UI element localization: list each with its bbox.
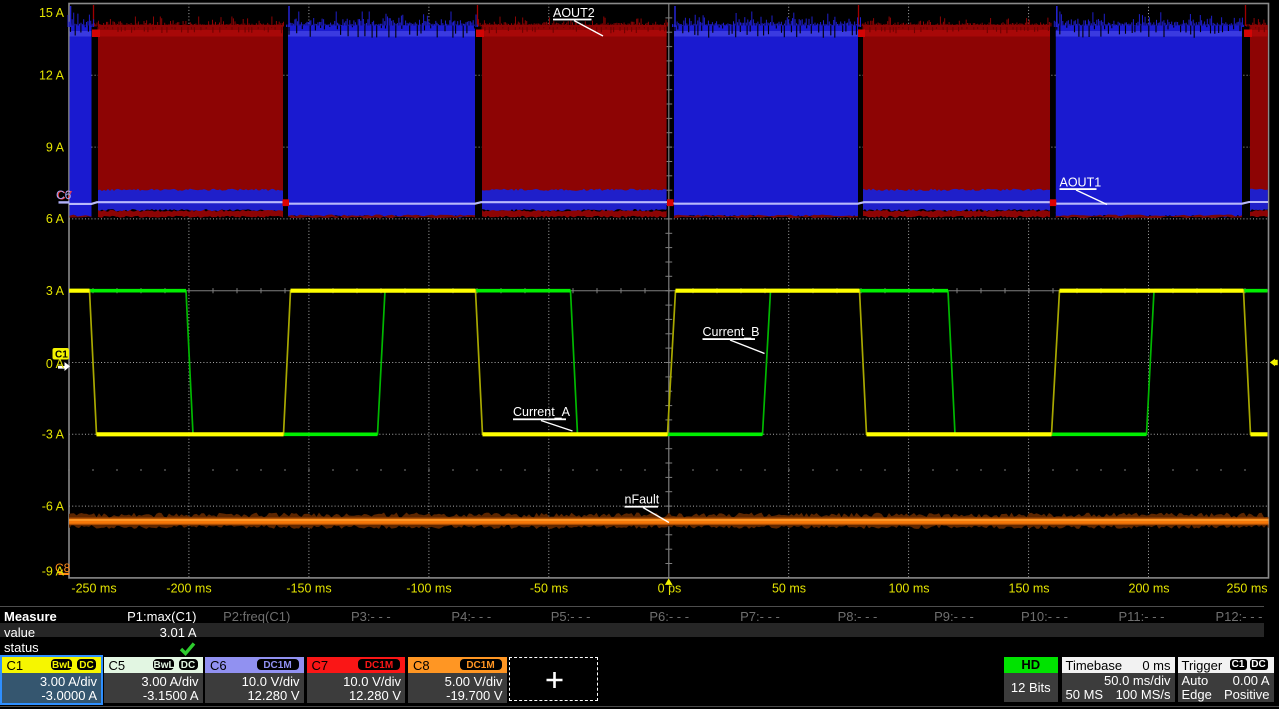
svg-text:-3 A: -3 A — [42, 428, 65, 442]
svg-text:6 A: 6 A — [46, 212, 65, 226]
svg-text:-9 A: -9 A — [42, 564, 65, 578]
svg-text:-150 ms: -150 ms — [286, 582, 331, 596]
svg-text:9 A: 9 A — [46, 140, 65, 154]
svg-text:Current_B: Current_B — [703, 325, 760, 339]
svg-text:3 A: 3 A — [46, 284, 65, 298]
svg-text:250 ms: 250 ms — [1227, 582, 1268, 596]
svg-text:15 A: 15 A — [39, 6, 65, 20]
svg-text:AOUT2: AOUT2 — [553, 6, 595, 20]
svg-text:-6 A: -6 A — [42, 499, 65, 513]
svg-text:12 A: 12 A — [39, 69, 65, 83]
svg-text:150 ms: 150 ms — [1009, 582, 1050, 596]
svg-text:0 ps: 0 ps — [658, 582, 682, 596]
svg-text:-250 ms: -250 ms — [71, 582, 116, 596]
svg-text:-50 ms: -50 ms — [530, 582, 568, 596]
svg-text:nFault: nFault — [625, 493, 660, 507]
svg-text:Current_A: Current_A — [513, 405, 571, 419]
svg-text:AOUT1: AOUT1 — [1060, 176, 1102, 190]
svg-text:-200 ms: -200 ms — [166, 582, 211, 596]
svg-text:C6: C6 — [56, 188, 72, 202]
svg-text:100 ms: 100 ms — [889, 582, 930, 596]
svg-text:50 ms: 50 ms — [772, 582, 806, 596]
svg-text:200 ms: 200 ms — [1129, 582, 1170, 596]
svg-text:0 A: 0 A — [46, 357, 65, 371]
svg-text:-100 ms: -100 ms — [406, 582, 451, 596]
